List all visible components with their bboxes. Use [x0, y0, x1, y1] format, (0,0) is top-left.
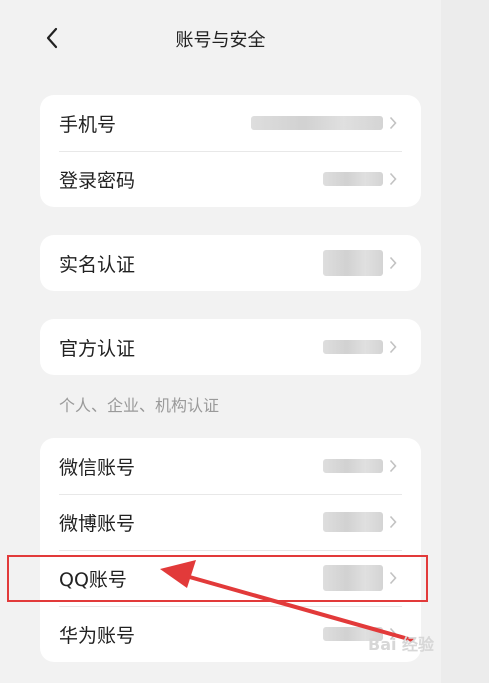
chevron-right-icon [389, 459, 399, 473]
chevron-right-icon [389, 172, 399, 186]
row-label: 官方认证 [59, 337, 136, 360]
card-official: 官方认证 [40, 319, 421, 375]
top-nav-bar: 账号与安全 [0, 0, 441, 80]
row-phone[interactable]: 手机号 [40, 95, 421, 151]
chevron-right-icon [389, 116, 399, 130]
masked-value [323, 172, 383, 186]
masked-value [323, 565, 383, 591]
chevron-right-icon [389, 340, 399, 354]
chevron-right-icon [389, 256, 399, 270]
row-weibo-account[interactable]: 微博账号 [40, 494, 421, 550]
masked-value [323, 250, 383, 276]
masked-value [323, 459, 383, 473]
row-label: 微信账号 [59, 456, 136, 479]
row-official-auth[interactable]: 官方认证 [40, 319, 421, 375]
official-auth-note: 个人、企业、机构认证 [59, 396, 220, 415]
card-account-credentials: 手机号 登录密码 [40, 95, 421, 207]
card-real-name: 实名认证 [40, 235, 421, 291]
watermark: Bai 经验 [368, 635, 435, 654]
row-real-name-auth[interactable]: 实名认证 [40, 235, 421, 291]
card-third-party-accounts: 微信账号 微博账号 QQ账号 华为账号 [40, 438, 421, 662]
chevron-right-icon [389, 515, 399, 529]
row-label: 微博账号 [59, 512, 136, 535]
side-strip [441, 0, 489, 683]
masked-value [251, 116, 383, 130]
masked-value [323, 512, 383, 532]
row-label: 登录密码 [59, 169, 136, 192]
chevron-right-icon [389, 571, 399, 585]
row-label: 实名认证 [59, 253, 136, 276]
row-login-password[interactable]: 登录密码 [40, 151, 421, 207]
row-huawei-account[interactable]: 华为账号 [40, 606, 421, 662]
row-label: QQ账号 [59, 568, 127, 591]
page-title: 账号与安全 [175, 30, 266, 51]
row-qq-account[interactable]: QQ账号 [40, 550, 421, 606]
row-wechat-account[interactable]: 微信账号 [40, 438, 421, 494]
masked-value [323, 340, 383, 354]
row-label: 华为账号 [59, 624, 136, 647]
row-label: 手机号 [59, 113, 117, 136]
